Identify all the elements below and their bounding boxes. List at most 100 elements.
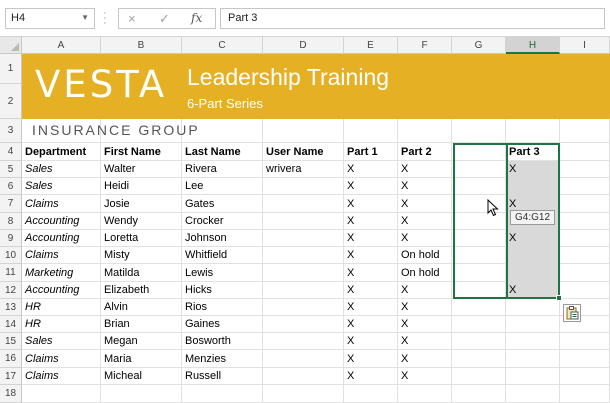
cell-c6[interactable]: Lee xyxy=(182,178,263,195)
cancel-icon[interactable]: × xyxy=(128,11,136,26)
row-header-4[interactable]: 4 xyxy=(0,143,22,161)
cell-e5[interactable]: X xyxy=(344,161,398,178)
cell-c7[interactable]: Gates xyxy=(182,195,263,213)
cell-b9[interactable]: Loretta xyxy=(101,230,182,247)
column-header-g[interactable]: G xyxy=(452,37,506,54)
header-cell-c[interactable]: Last Name xyxy=(182,143,263,161)
cell-c13[interactable]: Rios xyxy=(182,299,263,316)
cell-f12[interactable]: X xyxy=(398,282,452,299)
column-header-i[interactable]: I xyxy=(560,37,610,54)
paste-options-icon[interactable] xyxy=(563,304,581,322)
cell-c5[interactable]: Rivera xyxy=(182,161,263,178)
cell-e6[interactable]: X xyxy=(344,178,398,195)
column-header-e[interactable]: E xyxy=(344,37,398,54)
row-header-7[interactable]: 7 xyxy=(0,195,22,213)
cell-f14[interactable]: X xyxy=(398,316,452,333)
column-header-b[interactable]: B xyxy=(101,37,182,54)
cell-e14[interactable]: X xyxy=(344,316,398,333)
cell-b15[interactable]: Megan xyxy=(101,333,182,350)
row-header-17[interactable]: 17 xyxy=(0,368,22,385)
row-header-16[interactable]: 16 xyxy=(0,350,22,368)
formula-input[interactable]: Part 3 xyxy=(220,8,605,29)
chevron-down-icon[interactable]: ▼ xyxy=(81,13,89,22)
insert-function-icon[interactable]: fx xyxy=(191,11,202,25)
cell-e10[interactable]: X xyxy=(344,247,398,264)
cell-e11[interactable]: X xyxy=(344,264,398,282)
row-header-14[interactable]: 14 xyxy=(0,316,22,333)
cell-b10[interactable]: Misty xyxy=(101,247,182,264)
cell-b13[interactable]: Alvin xyxy=(101,299,182,316)
cell-c14[interactable]: Gaines xyxy=(182,316,263,333)
row-header-9[interactable]: 9 xyxy=(0,230,22,247)
worksheet-grid[interactable]: VESTA Leadership Training 6-Part Series … xyxy=(22,54,610,403)
cell-b7[interactable]: Josie xyxy=(101,195,182,213)
enter-icon[interactable]: ✓ xyxy=(159,11,170,27)
row-header-11[interactable]: 11 xyxy=(0,264,22,282)
row-header-10[interactable]: 10 xyxy=(0,247,22,264)
cell-e15[interactable]: X xyxy=(344,333,398,350)
select-all-button[interactable] xyxy=(0,37,22,54)
cell-a11[interactable]: Marketing xyxy=(22,264,101,282)
cell-a17[interactable]: Claims xyxy=(22,368,101,385)
header-cell-e[interactable]: Part 1 xyxy=(344,143,398,161)
cell-f15[interactable]: X xyxy=(398,333,452,350)
cell-a5[interactable]: Sales xyxy=(22,161,101,178)
cell-b5[interactable]: Walter xyxy=(101,161,182,178)
column-header-d[interactable]: D xyxy=(263,37,344,54)
cell-e12[interactable]: X xyxy=(344,282,398,299)
cell-d5[interactable]: wrivera xyxy=(263,161,344,178)
cell-c16[interactable]: Menzies xyxy=(182,350,263,368)
row-header-3[interactable]: 3 xyxy=(0,119,22,143)
cell-f9[interactable]: X xyxy=(398,230,452,247)
cell-e8[interactable]: X xyxy=(344,213,398,230)
cell-c17[interactable]: Russell xyxy=(182,368,263,385)
cell-c10[interactable]: Whitfield xyxy=(182,247,263,264)
cell-b8[interactable]: Wendy xyxy=(101,213,182,230)
row-header-5[interactable]: 5 xyxy=(0,161,22,178)
row-header-2[interactable]: 2 xyxy=(0,84,22,119)
cell-a16[interactable]: Claims xyxy=(22,350,101,368)
cell-f8[interactable]: X xyxy=(398,213,452,230)
cell-f17[interactable]: X xyxy=(398,368,452,385)
cell-a12[interactable]: Accounting xyxy=(22,282,101,299)
column-header-f[interactable]: F xyxy=(398,37,452,54)
cell-e9[interactable]: X xyxy=(344,230,398,247)
row-header-1[interactable]: 1 xyxy=(0,54,22,84)
column-header-c[interactable]: C xyxy=(182,37,263,54)
header-cell-f[interactable]: Part 2 xyxy=(398,143,452,161)
cell-a7[interactable]: Claims xyxy=(22,195,101,213)
cell-f10[interactable]: On hold xyxy=(398,247,452,264)
cell-f16[interactable]: X xyxy=(398,350,452,368)
cell-a15[interactable]: Sales xyxy=(22,333,101,350)
column-header-a[interactable]: A xyxy=(22,37,101,54)
cell-b17[interactable]: Micheal xyxy=(101,368,182,385)
cell-c12[interactable]: Hicks xyxy=(182,282,263,299)
header-cell-b[interactable]: First Name xyxy=(101,143,182,161)
cell-e13[interactable]: X xyxy=(344,299,398,316)
row-header-13[interactable]: 13 xyxy=(0,299,22,316)
fill-handle[interactable] xyxy=(556,295,562,301)
cell-c11[interactable]: Lewis xyxy=(182,264,263,282)
cell-c15[interactable]: Bosworth xyxy=(182,333,263,350)
cell-a9[interactable]: Accounting xyxy=(22,230,101,247)
cell-a10[interactable]: Claims xyxy=(22,247,101,264)
cell-a14[interactable]: HR xyxy=(22,316,101,333)
row-header-6[interactable]: 6 xyxy=(0,178,22,195)
cell-b14[interactable]: Brian xyxy=(101,316,182,333)
cell-e16[interactable]: X xyxy=(344,350,398,368)
cell-b12[interactable]: Elizabeth xyxy=(101,282,182,299)
cell-a13[interactable]: HR xyxy=(22,299,101,316)
header-cell-a[interactable]: Department xyxy=(22,143,101,161)
cell-b16[interactable]: Maria xyxy=(101,350,182,368)
formula-bar-resize-icon[interactable]: · · · xyxy=(103,8,107,29)
cell-e7[interactable]: X xyxy=(344,195,398,213)
cell-c9[interactable]: Johnson xyxy=(182,230,263,247)
title-banner[interactable]: VESTA Leadership Training 6-Part Series xyxy=(22,54,610,119)
cell-f11[interactable]: On hold xyxy=(398,264,452,282)
row-header-8[interactable]: 8 xyxy=(0,213,22,230)
cell-b11[interactable]: Matilda xyxy=(101,264,182,282)
name-box[interactable]: H4 ▼ xyxy=(5,8,95,29)
cell-a8[interactable]: Accounting xyxy=(22,213,101,230)
header-cell-d[interactable]: User Name xyxy=(263,143,344,161)
cell-e17[interactable]: X xyxy=(344,368,398,385)
